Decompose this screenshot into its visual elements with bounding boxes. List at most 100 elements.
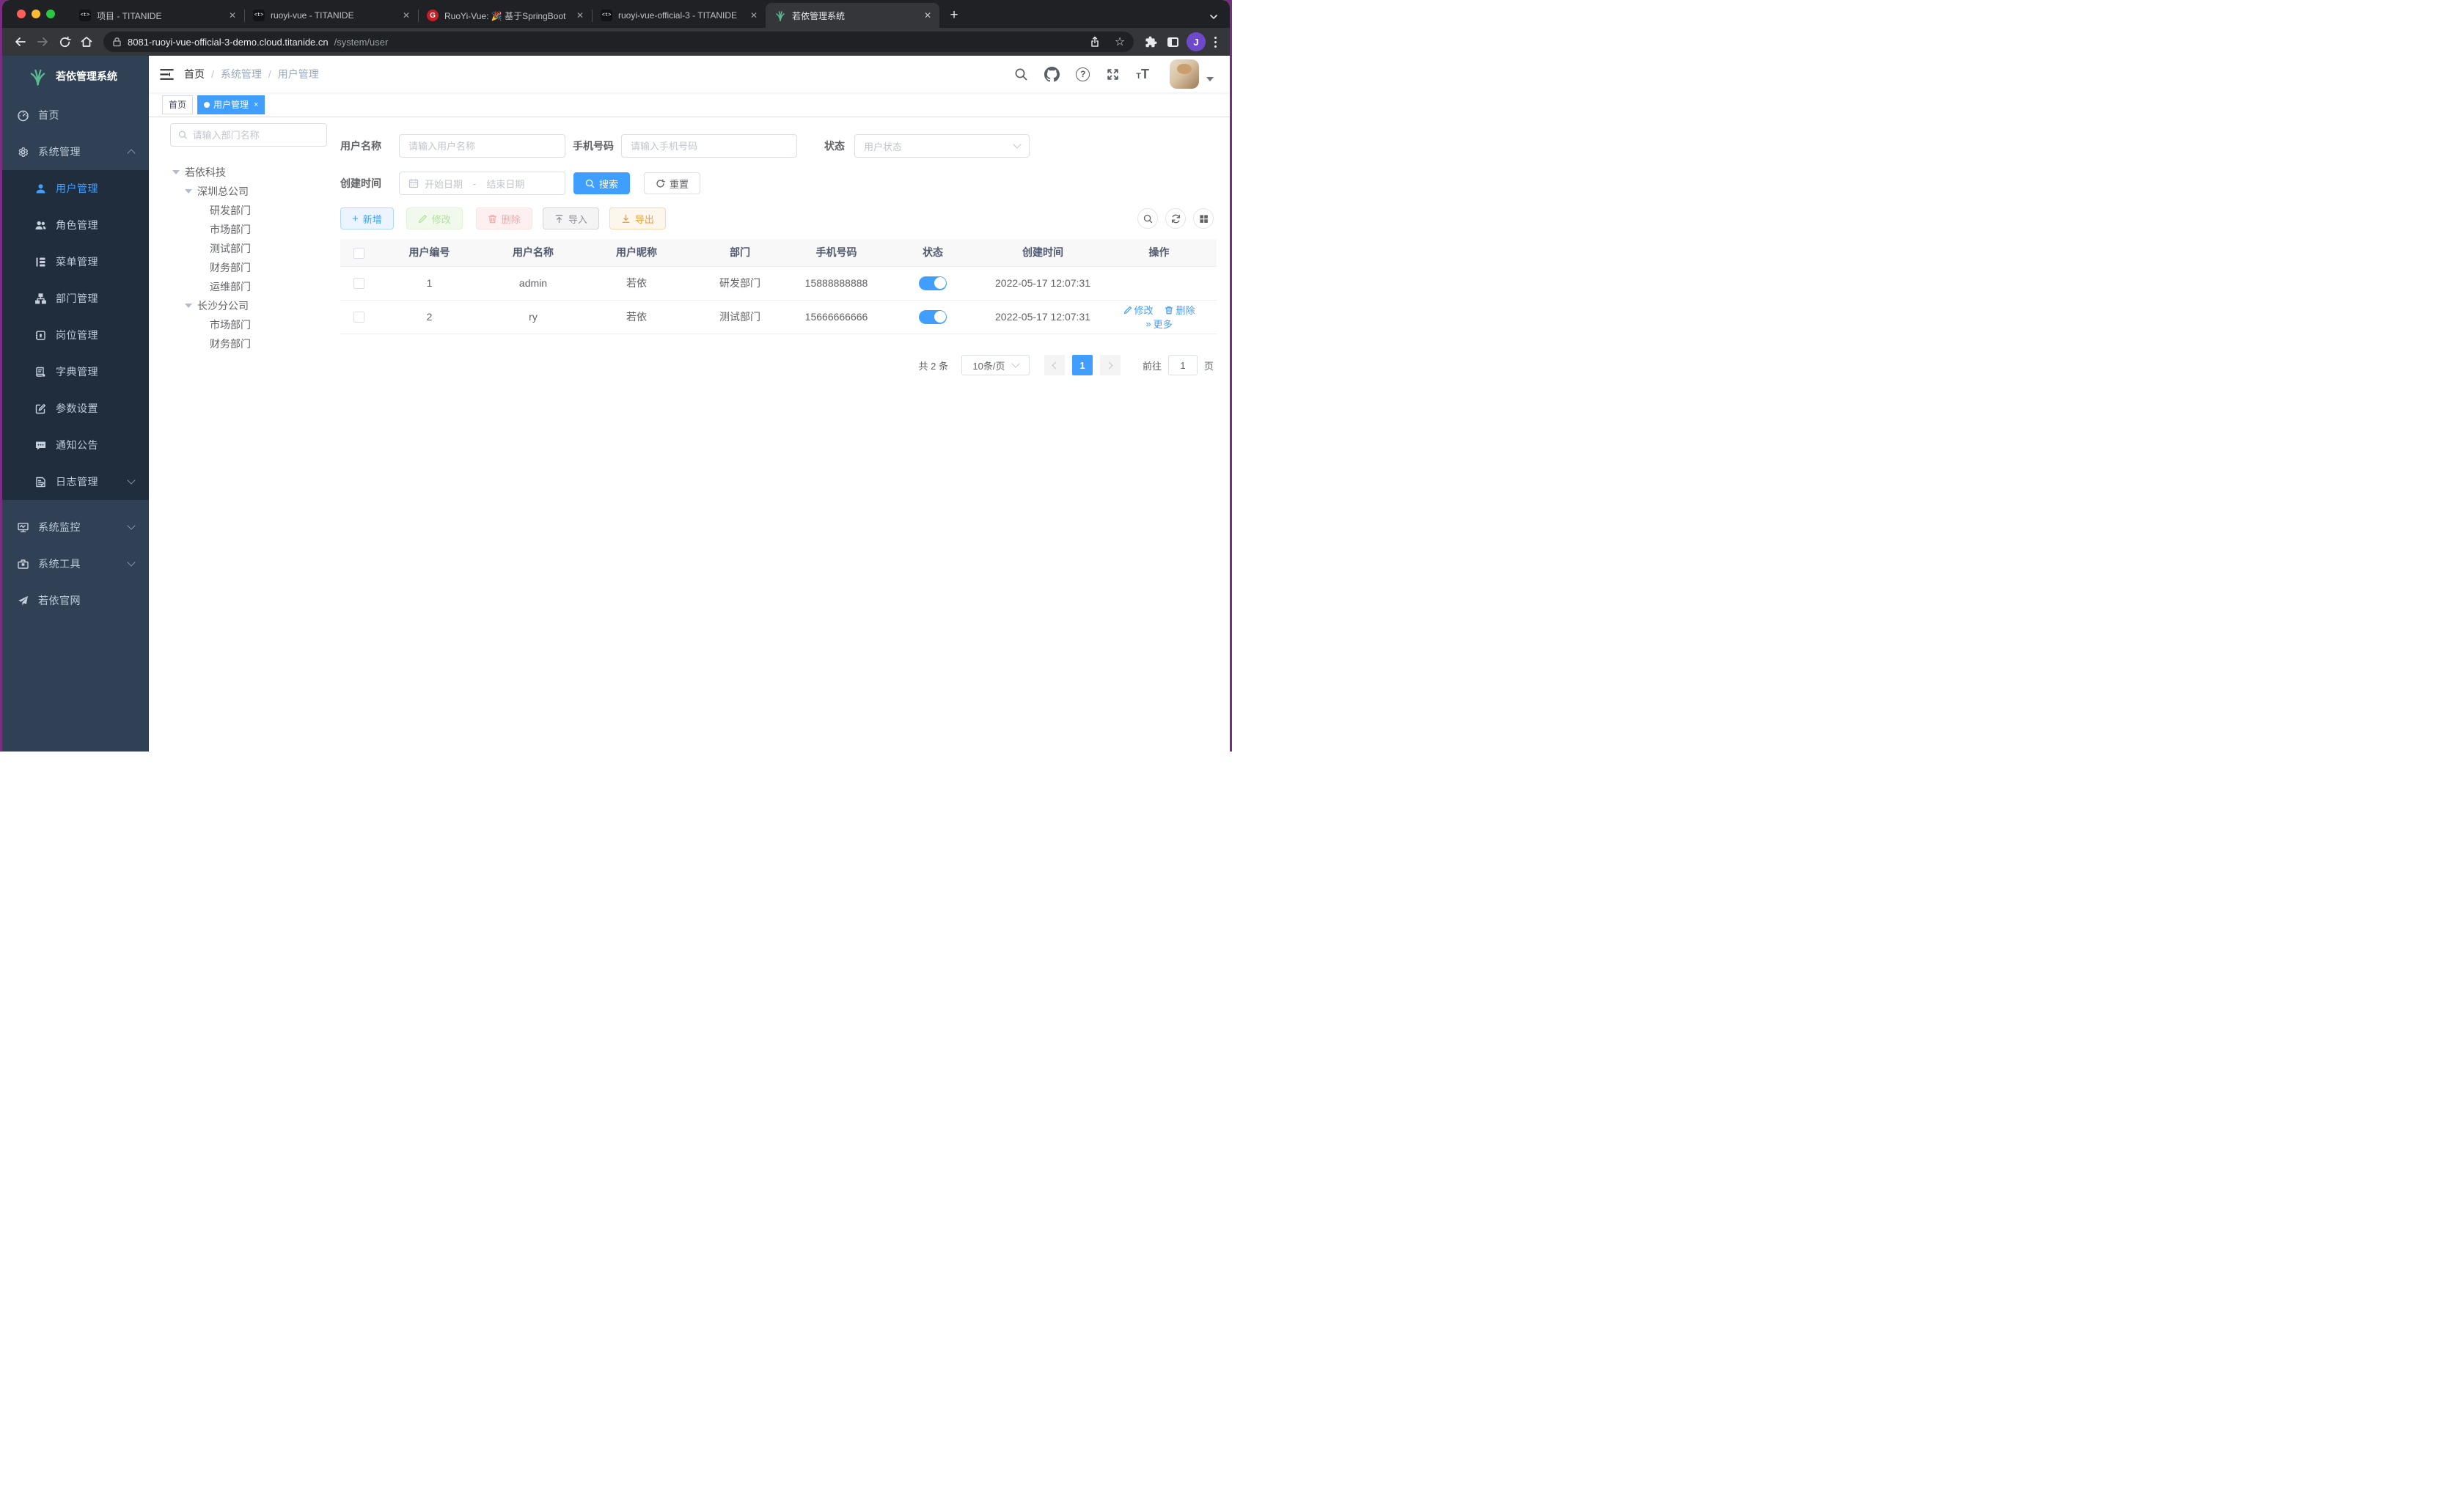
page-size-select[interactable]: 10条/页 <box>961 355 1030 375</box>
sidebar-item-notice[interactable]: 通知公告 <box>2 427 149 463</box>
extensions-puzzle-icon[interactable] <box>1140 31 1162 53</box>
sidebar-collapse-hamburger-icon[interactable] <box>160 68 174 81</box>
sidebar-item-official-site[interactable]: 若依官网 <box>2 582 149 619</box>
username-input[interactable] <box>408 140 556 152</box>
tag-label: 用户管理 <box>213 100 249 110</box>
column-settings-button[interactable] <box>1193 208 1214 229</box>
new-tab-button[interactable]: + <box>944 5 964 26</box>
forward-button[interactable] <box>32 31 54 53</box>
tree-expand-caret-icon[interactable] <box>172 170 180 174</box>
tab-close-icon[interactable]: ✕ <box>227 10 238 21</box>
avatar-dropdown-caret-icon[interactable] <box>1206 77 1214 81</box>
row-checkbox[interactable] <box>353 312 364 323</box>
side-panel-icon[interactable] <box>1162 31 1184 53</box>
breadcrumb-home[interactable]: 首页 <box>184 67 205 81</box>
close-window-button[interactable] <box>17 10 26 18</box>
browser-tab[interactable]: <t> ruoyi-vue - TITANIDE ✕ <box>244 3 418 28</box>
tab-close-icon[interactable]: ✕ <box>574 10 586 21</box>
tree-node[interactable]: 财务部门 <box>170 334 327 353</box>
select-all-checkbox[interactable] <box>353 247 364 259</box>
zoom-window-button[interactable] <box>46 10 55 18</box>
user-avatar[interactable] <box>1170 59 1199 89</box>
status-toggle[interactable] <box>919 309 947 324</box>
browser-tab-active[interactable]: 若依管理系统 ✕ <box>766 3 939 28</box>
help-icon[interactable]: ? <box>1076 67 1090 81</box>
reload-button[interactable] <box>54 31 76 53</box>
tree-node[interactable]: 深圳总公司 <box>170 182 327 201</box>
share-icon[interactable] <box>1085 32 1104 51</box>
add-button[interactable]: + 新增 <box>340 207 394 229</box>
sidebar-item-system-management[interactable]: 系统管理 <box>2 133 149 170</box>
tree-node-root[interactable]: 若依科技 <box>170 163 327 182</box>
phone-input[interactable] <box>631 140 788 152</box>
browser-menu-icon[interactable] <box>1209 36 1222 48</box>
tree-node[interactable]: 研发部门 <box>170 201 327 220</box>
date-range-picker[interactable]: 开始日期 - 结束日期 <box>399 172 565 195</box>
url-host: 8081-ruoyi-vue-official-3-demo.cloud.tit… <box>128 36 329 48</box>
import-button[interactable]: 导入 <box>542 207 599 229</box>
status-toggle[interactable] <box>919 276 947 290</box>
header-search-icon[interactable] <box>1014 67 1028 81</box>
tab-search-chevron-icon[interactable] <box>1209 14 1218 20</box>
github-icon[interactable] <box>1044 66 1060 82</box>
sidebar-item-system-tools[interactable]: 系统工具 <box>2 545 149 582</box>
tag-close-icon[interactable]: × <box>252 100 258 109</box>
minimize-window-button[interactable] <box>32 10 40 18</box>
browser-tab[interactable]: <t> ruoyi-vue-official-3 - TITANIDE ✕ <box>592 3 766 28</box>
row-checkbox[interactable] <box>353 278 364 290</box>
tab-close-icon[interactable]: ✕ <box>748 10 760 21</box>
tree-node[interactable]: 市场部门 <box>170 315 327 334</box>
url-path: /system/user <box>334 36 389 48</box>
tab-close-icon[interactable]: ✕ <box>922 10 934 21</box>
fullscreen-icon[interactable] <box>1106 67 1120 81</box>
row-delete-link[interactable]: 删除 <box>1165 303 1195 317</box>
back-button[interactable] <box>10 31 32 53</box>
sidebar-item-role-management[interactable]: 角色管理 <box>2 207 149 243</box>
tree-node[interactable]: 长沙分公司 <box>170 296 327 315</box>
address-bar[interactable]: 8081-ruoyi-vue-official-3-demo.cloud.tit… <box>103 32 1134 52</box>
tree-node[interactable]: 运维部门 <box>170 277 327 296</box>
jump-page-input[interactable] <box>1167 355 1198 375</box>
sidebar-item-dict-management[interactable]: 字典管理 <box>2 353 149 390</box>
sidebar-item-log-management[interactable]: 日志管理 <box>2 463 149 500</box>
sidebar-item-post-management[interactable]: 岗位管理 <box>2 317 149 353</box>
delete-button[interactable]: 删除 <box>475 207 532 229</box>
edit-button-label: 修改 <box>431 213 451 225</box>
export-button[interactable]: 导出 <box>609 207 666 229</box>
app-logo[interactable]: 若依管理系统 <box>2 56 149 97</box>
home-button[interactable] <box>76 31 98 53</box>
search-button[interactable]: 搜索 <box>573 172 631 194</box>
refresh-table-button[interactable] <box>1165 208 1186 229</box>
sidebar-item-label: 通知公告 <box>56 439 98 451</box>
sidebar-item-param-settings[interactable]: 参数设置 <box>2 390 149 427</box>
lock-icon[interactable] <box>112 37 122 47</box>
tag-home[interactable]: 首页 <box>162 95 194 114</box>
row-edit-link[interactable]: 修改 <box>1123 303 1154 317</box>
tree-node[interactable]: 市场部门 <box>170 220 327 239</box>
show-search-toggle-button[interactable] <box>1137 208 1158 229</box>
current-page-button[interactable]: 1 <box>1071 355 1093 375</box>
sidebar-item-system-monitor[interactable]: 系统监控 <box>2 509 149 545</box>
tab-close-icon[interactable]: ✕ <box>400 10 412 21</box>
font-size-icon[interactable]: TT <box>1136 67 1149 81</box>
edit-button[interactable]: 修改 <box>406 207 463 229</box>
dept-search-input[interactable] <box>192 129 319 141</box>
sidebar-item-dept-management[interactable]: 部门管理 <box>2 280 149 317</box>
tree-expand-caret-icon[interactable] <box>185 304 192 308</box>
sidebar-item-menu-management[interactable]: 菜单管理 <box>2 243 149 280</box>
sidebar-item-home[interactable]: 首页 <box>2 97 149 133</box>
next-page-button[interactable] <box>1099 355 1121 375</box>
browser-profile-avatar[interactable]: J <box>1187 32 1206 51</box>
reset-button[interactable]: 重置 <box>644 172 701 194</box>
tag-user-management[interactable]: 用户管理 × <box>197 95 265 114</box>
status-select[interactable]: 用户状态 <box>854 134 1030 158</box>
row-more-link[interactable]: » 更多 <box>1145 317 1172 331</box>
browser-tab[interactable]: G RuoYi-Vue: 🎉 基于SpringBoot ✕ <box>418 3 592 28</box>
tree-node[interactable]: 测试部门 <box>170 239 327 258</box>
tree-node[interactable]: 财务部门 <box>170 258 327 277</box>
browser-tab[interactable]: <t> 项目 - TITANIDE ✕ <box>70 3 244 28</box>
tree-expand-caret-icon[interactable] <box>185 189 192 194</box>
bookmark-star-icon[interactable]: ☆ <box>1110 32 1129 51</box>
sidebar-item-user-management[interactable]: 用户管理 <box>2 170 149 207</box>
prev-page-button[interactable] <box>1044 355 1065 375</box>
